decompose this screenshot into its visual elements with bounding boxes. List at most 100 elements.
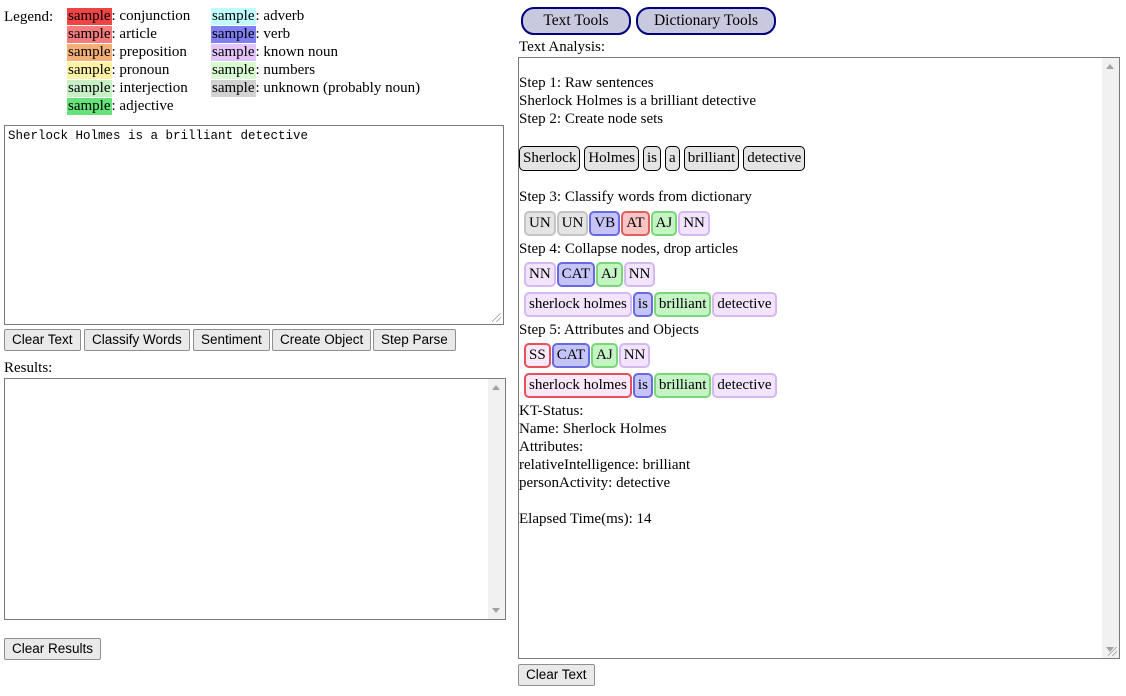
tag-chip-noun: NN: [623, 262, 656, 287]
step3-tags-row: UN UN VB AT AJ NN: [524, 211, 711, 237]
step4-tags-row: NN CAT AJ NN: [524, 262, 656, 288]
legend-item-label: : verb: [255, 26, 291, 42]
legend-swatch: sample: [67, 62, 112, 79]
tag-chip-verb: CAT: [556, 262, 596, 287]
step5-title: Step 5: Attributes and Objects: [519, 322, 699, 338]
tag-chip-unknown: UN: [524, 211, 556, 236]
legend-item-preposition: sample: preposition: [67, 43, 190, 61]
legend-item-pronoun: sample: pronoun: [67, 61, 190, 79]
legend-item-label: : adjective: [111, 98, 174, 114]
results-label: Results:: [4, 360, 53, 376]
analysis-scrollbar[interactable]: [1102, 58, 1119, 658]
scroll-up-icon[interactable]: [492, 385, 500, 390]
legend-item-article: sample: article: [67, 25, 190, 43]
create-object-button[interactable]: Create Object: [272, 329, 372, 351]
legend-item-label: : interjection: [111, 80, 188, 96]
results-output[interactable]: [4, 378, 506, 620]
clear-text-right-button[interactable]: Clear Text: [518, 664, 595, 686]
legend-swatch: sample: [67, 80, 112, 97]
classify-words-button[interactable]: Classify Words: [84, 329, 190, 351]
text-input-value: Sherlock Holmes is a brilliant detective: [8, 129, 309, 143]
legend-item-label: : known noun: [255, 44, 339, 60]
sentiment-button[interactable]: Sentiment: [193, 329, 270, 351]
legend-item-conjunction: sample: conjunction: [67, 7, 190, 25]
legend-item-adverb: sample: adverb: [211, 7, 420, 25]
resize-grip-icon[interactable]: [492, 313, 501, 322]
raw-sentence: Sherlock Holmes is a brilliant detective: [519, 93, 757, 109]
elapsed-time: Elapsed Time(ms): 14: [519, 511, 652, 527]
legend-label: Legend:: [4, 9, 54, 25]
step4-words-row: sherlock holmes is brilliant detective: [524, 292, 778, 318]
legend-swatch: sample: [67, 26, 112, 43]
dictionary-tools-button[interactable]: Dictionary Tools: [636, 7, 776, 35]
legend-swatch: sample: [211, 26, 256, 43]
clear-results-button[interactable]: Clear Results: [4, 638, 102, 660]
tag-chip-adjective: AJ: [591, 343, 618, 368]
kt-attributes-label: Attributes:: [519, 439, 584, 455]
legend-swatch: sample: [211, 44, 256, 61]
text-tools-button[interactable]: Text Tools: [521, 7, 631, 35]
tag-chip-adjective: brilliant: [653, 373, 712, 398]
resize-grip-icon[interactable]: [1108, 647, 1117, 656]
tag-chip-noun: detective: [712, 292, 777, 317]
legend-item-known-noun: sample: known noun: [211, 43, 420, 61]
node-chip: Holmes: [584, 146, 639, 171]
tag-chip-subject: SS: [524, 343, 551, 368]
legend-item-adjective: sample: adjective: [67, 97, 190, 115]
legend-item-verb: sample: verb: [211, 25, 420, 43]
legend-swatch: sample: [211, 62, 256, 79]
step1-title: Step 1: Raw sentences: [519, 75, 654, 91]
kt-attribute: personActivity: detective: [519, 475, 671, 491]
tag-chip-verb: is: [632, 292, 653, 317]
tag-chip-verb: is: [632, 373, 653, 398]
step4-title: Step 4: Collapse nodes, drop articles: [519, 241, 739, 257]
legend-item-label: : preposition: [111, 44, 187, 60]
node-set-row: Sherlock Holmes is a brilliant detective: [519, 146, 809, 172]
tag-chip-verb: CAT: [551, 343, 591, 368]
kt-status: KT-Status:: [519, 403, 584, 419]
analysis-content: Step 1: Raw sentences Sherlock Holmes is…: [519, 58, 1102, 658]
legend-item-unknown: sample: unknown (probably noun): [211, 79, 420, 97]
kt-name: Name: Sherlock Holmes: [519, 421, 667, 437]
scroll-up-icon[interactable]: [1106, 64, 1114, 69]
tag-chip-unknown: UN: [556, 211, 589, 236]
legend-item-interjection: sample: interjection: [67, 79, 190, 97]
tag-chip-verb: VB: [589, 211, 621, 236]
tag-chip-noun: NN: [618, 343, 651, 368]
tag-chip-adjective: brilliant: [653, 292, 712, 317]
step5-words-row: sherlock holmes is brilliant detective: [524, 373, 778, 399]
legend-item-label: : pronoun: [111, 62, 170, 78]
legend-right-column: sample: adverb sample: verb sample: known …: [211, 7, 420, 97]
legend-swatch: sample: [67, 8, 112, 25]
legend-item-label: : conjunction: [111, 8, 191, 24]
legend-swatch: sample: [67, 98, 112, 115]
tag-chip-noun: NN: [524, 262, 556, 287]
legend-item-label: : adverb: [255, 8, 305, 24]
scroll-down-icon[interactable]: [492, 608, 500, 613]
node-chip: is: [643, 146, 662, 171]
node-chip: a: [665, 146, 680, 171]
tag-chip-article: AT: [621, 211, 650, 236]
node-chip: detective: [743, 146, 806, 171]
legend-swatch: sample: [211, 8, 256, 25]
legend-item-label: : unknown (probably noun): [255, 80, 421, 96]
legend-item-label: : article: [111, 26, 157, 42]
legend-swatch: sample: [211, 80, 256, 97]
text-input[interactable]: Sherlock Holmes is a brilliant detective: [4, 125, 504, 325]
kt-attribute: relativeIntelligence: brilliant: [519, 457, 691, 473]
text-analysis-label: Text Analysis:: [519, 39, 606, 55]
node-chip: Sherlock: [519, 146, 581, 171]
step5-tags-row: SS CAT AJ NN: [524, 343, 651, 369]
step-parse-button[interactable]: Step Parse: [373, 329, 456, 351]
step2-title: Step 2: Create node sets: [519, 111, 664, 127]
clear-text-button[interactable]: Clear Text: [4, 329, 81, 351]
step3-title: Step 3: Classify words from dictionary: [519, 189, 752, 205]
results-scrollbar[interactable]: [488, 379, 505, 619]
tag-chip-noun: NN: [678, 211, 710, 236]
legend-swatch: sample: [67, 44, 112, 61]
legend-item-label: : numbers: [255, 62, 316, 78]
text-analysis-panel[interactable]: Step 1: Raw sentences Sherlock Holmes is…: [518, 57, 1120, 659]
node-chip: brilliant: [683, 146, 740, 171]
tag-chip-adjective: AJ: [650, 211, 678, 236]
legend-item-numbers: sample: numbers: [211, 61, 420, 79]
